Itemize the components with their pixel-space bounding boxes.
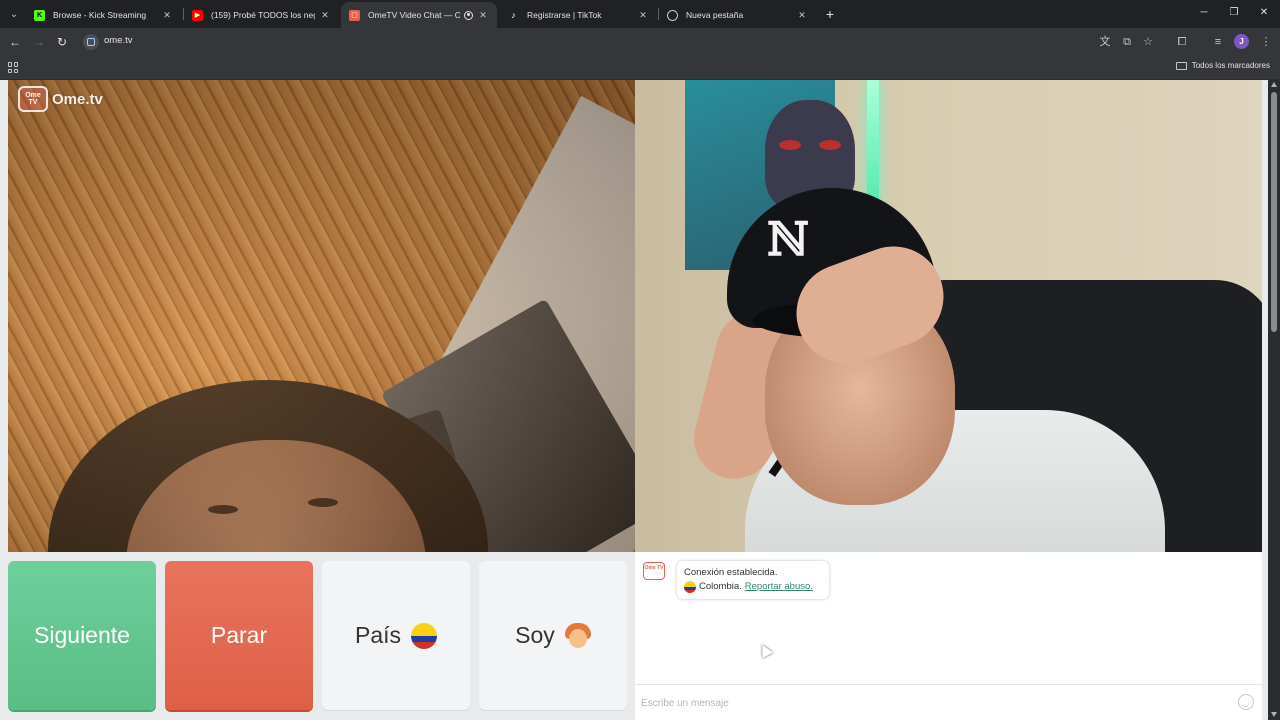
recording-icon (464, 10, 473, 20)
next-button[interactable]: Siguiente (8, 561, 156, 710)
tab-title: Browse - Kick Streaming (53, 10, 147, 20)
page-scrollbar[interactable] (1268, 80, 1280, 720)
stop-button-label: Parar (210, 622, 268, 648)
back-arrow-icon[interactable]: ← (7, 34, 23, 50)
tab-search-chevron-icon[interactable]: ⌄ (5, 5, 23, 23)
extensions-icon[interactable]: ⧠ (1174, 34, 1190, 50)
remote-video: Ome TV Ome.tv (8, 80, 635, 552)
all-bookmarks-label: Todos los marcadores (1191, 61, 1270, 70)
minimize-icon[interactable]: ─ (1197, 6, 1211, 20)
chat-input-bar (635, 684, 1262, 720)
url-text[interactable]: ome.tv (104, 35, 133, 46)
ometv-logo: Ome TV Ome.tv (18, 86, 103, 112)
tab-new-tab[interactable]: Nueva pestaña ✕ (659, 2, 816, 28)
gender-button[interactable]: Soy (479, 561, 627, 710)
colombia-flag-icon (411, 622, 438, 649)
translate-icon[interactable]: 文 (1097, 34, 1113, 50)
scroll-down-arrow-icon[interactable] (1271, 712, 1277, 717)
stop-button[interactable]: Parar (165, 561, 313, 710)
apps-grid-icon[interactable] (8, 62, 19, 73)
next-button-label: Siguiente (34, 622, 130, 648)
report-abuse-link[interactable]: Reportar abuso. (745, 580, 813, 594)
close-tab-icon[interactable]: ✕ (796, 10, 808, 21)
emoji-icon[interactable] (1238, 694, 1254, 710)
gender-button-label: Soy (515, 622, 555, 648)
video-shading (8, 80, 635, 552)
ometv-page: Ome TV Ome.tv ℕ Siguiente Parar País Soy (0, 80, 1268, 720)
all-bookmarks-button[interactable]: Todos los marcadores (1175, 61, 1270, 70)
reload-icon[interactable]: ↻ (54, 34, 70, 50)
chat-panel: Ome TV Conexión establecida. Colombia. R… (635, 552, 1262, 720)
chrome-icon (667, 9, 678, 21)
new-tab-plus-icon[interactable]: + (822, 6, 838, 22)
media-controls-icon[interactable]: ≡ (1210, 34, 1226, 50)
logo-text: Ome.tv (52, 90, 103, 108)
folder-icon (1175, 61, 1187, 70)
close-tab-icon[interactable]: ✕ (637, 10, 649, 21)
local-video: ℕ (635, 80, 1262, 552)
profile-avatar[interactable]: J (1234, 34, 1249, 49)
system-message: Conexión establecida. Colombia. Reportar… (677, 561, 829, 599)
forward-arrow-icon[interactable]: → (31, 34, 47, 50)
connection-status: Conexión establecida. (684, 567, 778, 578)
tab-youtube[interactable]: ▶ (159) Probé TODOS los negocio ✕ (184, 2, 339, 28)
colombia-flag-icon (684, 581, 696, 593)
bookmarks-bar: Todos los marcadores (0, 56, 1280, 80)
site-info-icon[interactable] (83, 34, 99, 50)
tab-kick[interactable]: K Browse - Kick Streaming ✕ (26, 2, 181, 28)
tab-tiktok[interactable]: ♪ Registrarse | TikTok ✕ (500, 2, 657, 28)
youtube-icon: ▶ (192, 9, 203, 21)
ometv-tv-icon: Ome TV (18, 86, 48, 112)
scroll-up-arrow-icon[interactable] (1271, 82, 1277, 87)
country-button-label: País (354, 622, 402, 648)
message-input[interactable] (641, 693, 1221, 713)
ometv-icon: ▢ (349, 9, 360, 21)
mouse-cursor-icon (756, 641, 774, 659)
restore-icon[interactable]: ❐ (1227, 6, 1241, 20)
country-button[interactable]: País (322, 561, 470, 710)
close-tab-icon[interactable]: ✕ (161, 10, 173, 21)
tab-title: OmeTV Video Chat — Ome (368, 10, 460, 20)
close-tab-icon[interactable]: ✕ (477, 10, 489, 21)
boy-icon (564, 622, 591, 649)
ometv-chat-icon: Ome TV (643, 562, 665, 580)
tab-title: Nueva pestaña (686, 10, 744, 20)
scrollbar-thumb[interactable] (1271, 92, 1277, 332)
menu-kebab-icon[interactable]: ⋮ (1258, 34, 1274, 50)
cast-icon[interactable]: ⧉ (1119, 34, 1135, 50)
bookmark-star-icon[interactable]: ☆ (1140, 34, 1156, 50)
tab-title: (159) Probé TODOS los negocio (211, 10, 315, 20)
tab-strip: ⌄ K Browse - Kick Streaming ✕ ▶ (159) Pr… (0, 0, 1280, 28)
kick-icon: K (34, 9, 45, 21)
address-bar[interactable]: ome.tv (80, 31, 1164, 53)
browser-toolbar: ← → ↻ ome.tv 文 ⧉ ☆ ⧠ ≡ J ⋮ (0, 28, 1280, 56)
tab-title: Registrarse | TikTok (527, 10, 602, 20)
close-window-icon[interactable]: ✕ (1257, 6, 1271, 20)
partner-country: Colombia. (699, 581, 742, 592)
close-tab-icon[interactable]: ✕ (319, 10, 331, 21)
cap-logo: ℕ (767, 212, 810, 266)
tab-ometv[interactable]: ▢ OmeTV Video Chat — Ome ✕ (341, 2, 497, 28)
tiktok-icon: ♪ (508, 9, 519, 21)
